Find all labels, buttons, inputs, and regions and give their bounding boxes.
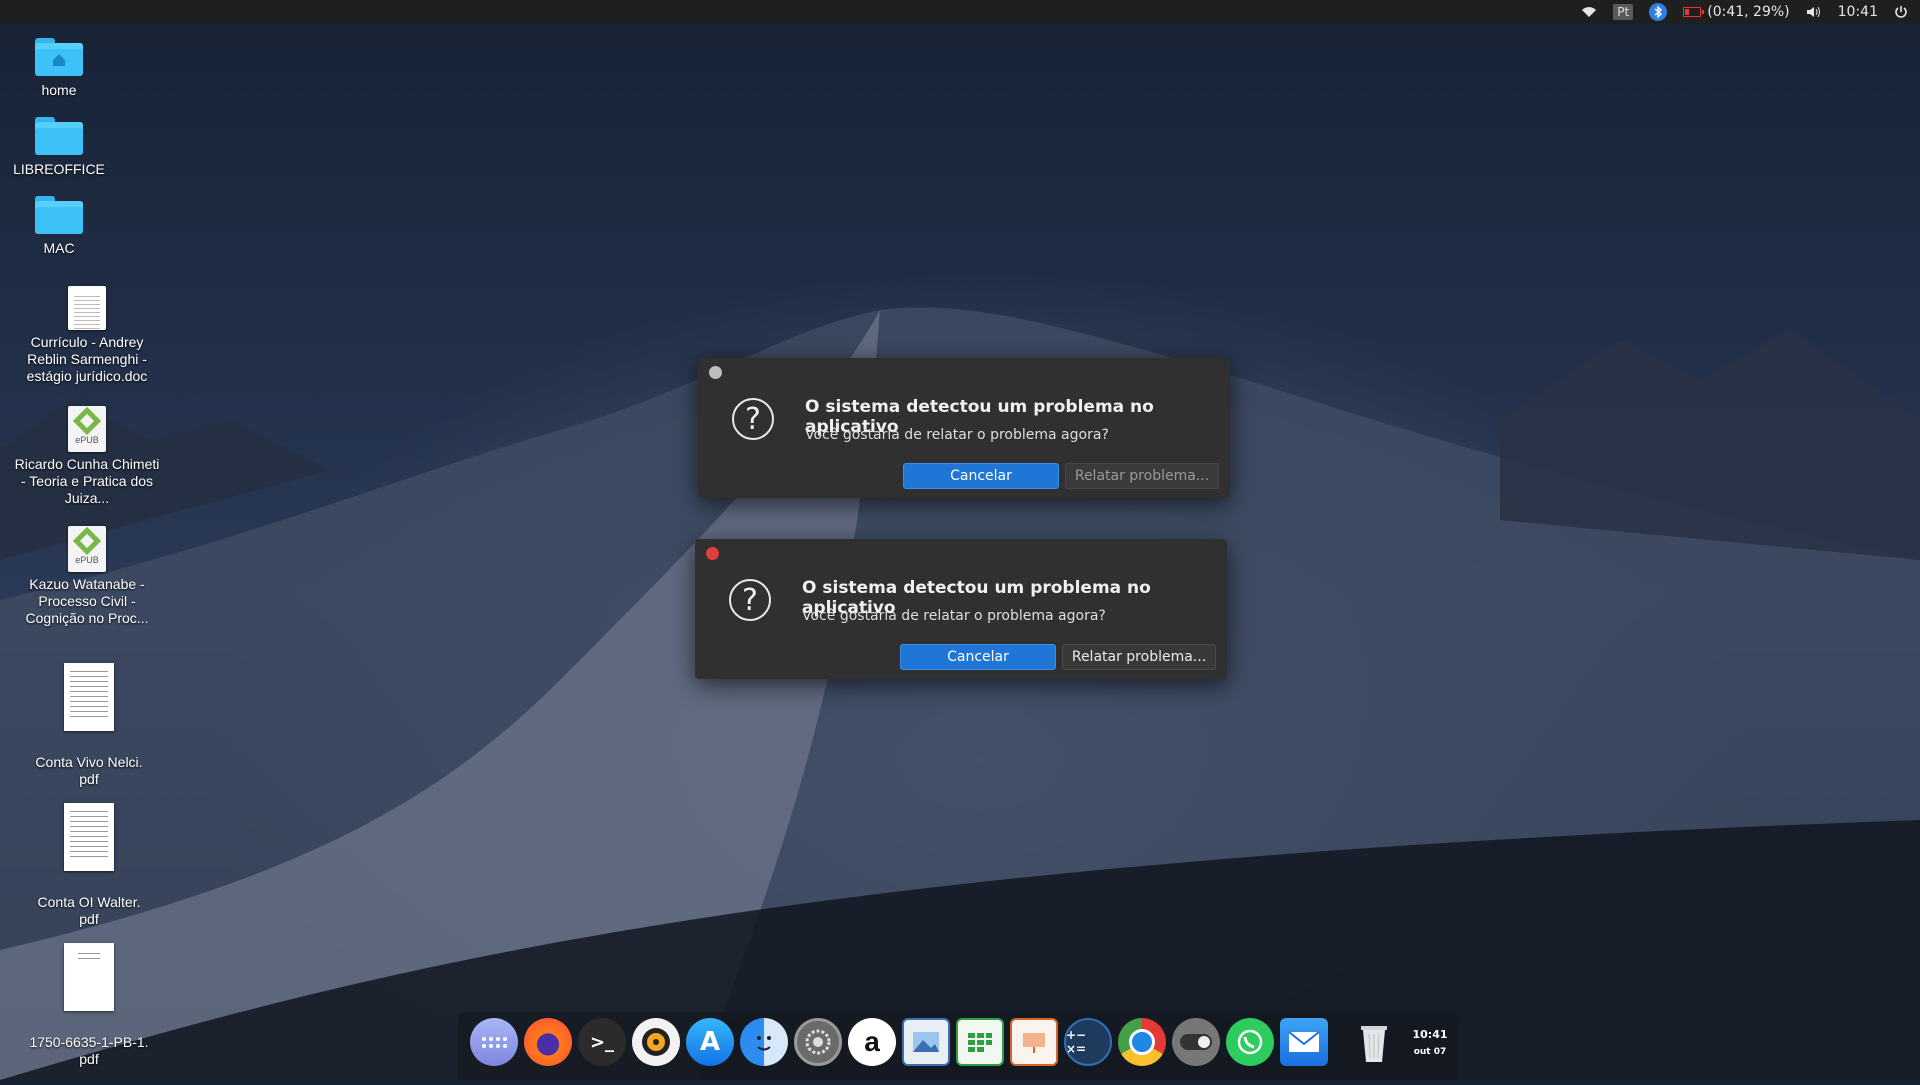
dock-clock: 10:41 out 07 bbox=[1410, 1028, 1450, 1057]
pdf-icon bbox=[64, 663, 114, 731]
calculator-icon[interactable]: +− ×= bbox=[1064, 1018, 1112, 1066]
chrome-icon[interactable] bbox=[1118, 1018, 1166, 1066]
error-dialog-1[interactable]: ? O sistema detectou um problema no apli… bbox=[698, 358, 1230, 498]
desktop-icon-label: Currículo - Andrey Reblin Sarmenghi - es… bbox=[26, 334, 148, 384]
battery-indicator[interactable]: (0:41, 29%) bbox=[1683, 0, 1790, 24]
folder-icon bbox=[35, 196, 83, 234]
desktop-icon-home[interactable]: home bbox=[0, 38, 134, 99]
folder-icon bbox=[35, 117, 83, 155]
epub-icon: ePUB bbox=[68, 526, 106, 572]
system-settings-icon[interactable] bbox=[794, 1018, 842, 1066]
pdf-icon bbox=[64, 803, 114, 871]
report-problem-button[interactable]: Relatar problema... bbox=[1065, 463, 1219, 489]
desktop-icon-label: home bbox=[41, 82, 77, 98]
report-problem-button[interactable]: Relatar problema... bbox=[1062, 644, 1216, 670]
desktop-icon-label: Kazuo Watanabe - Processo Civil - Cogniç… bbox=[25, 576, 149, 626]
presentation-icon[interactable] bbox=[1010, 1018, 1058, 1066]
dialog-message: Você gostaria de relatar o problema agor… bbox=[805, 427, 1109, 443]
desktop-icon-ricardo-epub[interactable]: ePUB Ricardo Cunha Chimeti - Teoria e Pr… bbox=[12, 406, 162, 507]
desktop-icon-1750-pdf[interactable]: 1750-6635-1-PB-1. pdf bbox=[14, 926, 164, 1085]
keyboard-layout-indicator[interactable]: Pt bbox=[1613, 0, 1634, 24]
cancel-button[interactable]: Cancelar bbox=[900, 644, 1056, 670]
desktop-icon-label: MAC bbox=[43, 240, 75, 256]
home-folder-icon bbox=[35, 38, 83, 76]
amazon-icon[interactable]: a bbox=[848, 1018, 896, 1066]
desktop-icon-label: LIBREOFFICE bbox=[13, 161, 105, 177]
question-icon: ? bbox=[732, 398, 774, 440]
trash-icon[interactable] bbox=[1350, 1018, 1398, 1066]
volume-icon[interactable] bbox=[1806, 0, 1822, 24]
finder-icon[interactable] bbox=[740, 1018, 788, 1066]
whatsapp-icon[interactable] bbox=[1226, 1018, 1274, 1066]
keyboard-layout-label: Pt bbox=[1613, 4, 1634, 20]
dock-clock-date: out 07 bbox=[1413, 1047, 1447, 1057]
cancel-button[interactable]: Cancelar bbox=[903, 463, 1059, 489]
desktop-icon-conta-vivo[interactable]: Conta Vivo Nelci. pdf bbox=[14, 646, 164, 805]
desktop-icon-curriculo[interactable]: Currículo - Andrey Reblin Sarmenghi - es… bbox=[12, 286, 162, 385]
dock-clock-time: 10:41 bbox=[1412, 1028, 1448, 1041]
question-icon: ? bbox=[729, 579, 771, 621]
window-close-dot[interactable] bbox=[706, 547, 719, 560]
firefox-icon[interactable] bbox=[524, 1018, 572, 1066]
spreadsheet-icon[interactable] bbox=[956, 1018, 1004, 1066]
mail-icon[interactable] bbox=[1280, 1018, 1328, 1066]
desktop-icon-libreoffice[interactable]: LIBREOFFICE bbox=[0, 117, 134, 178]
app-store-icon[interactable]: A bbox=[686, 1018, 734, 1066]
error-dialog-2[interactable]: ? O sistema detectou um problema no apli… bbox=[695, 539, 1227, 679]
window-close-dot[interactable] bbox=[709, 366, 722, 379]
image-viewer-icon[interactable] bbox=[902, 1018, 950, 1066]
power-icon[interactable] bbox=[1894, 0, 1908, 24]
desktop-icon-kazuo-epub[interactable]: ePUB Kazuo Watanabe - Processo Civil - C… bbox=[12, 526, 162, 627]
desktop-icon-label: Ricardo Cunha Chimeti - Teoria e Pratica… bbox=[14, 456, 160, 506]
bluetooth-icon[interactable] bbox=[1649, 0, 1668, 24]
desktop-icon-mac[interactable]: MAC bbox=[0, 196, 134, 257]
rhythmbox-icon[interactable] bbox=[632, 1018, 680, 1066]
toggle-settings-icon[interactable] bbox=[1172, 1018, 1220, 1066]
desktop-icon-label: Conta Vivo Nelci. pdf bbox=[35, 754, 143, 787]
top-panel: Pt (0:41, 29%) 10:41 bbox=[0, 0, 1920, 24]
pdf-icon bbox=[64, 943, 114, 1011]
wifi-icon[interactable] bbox=[1581, 0, 1597, 24]
terminal-icon[interactable]: >_ bbox=[578, 1018, 626, 1066]
battery-icon bbox=[1683, 7, 1705, 17]
desktop-icon-label: Conta OI Walter. pdf bbox=[37, 894, 141, 927]
document-icon bbox=[68, 286, 106, 332]
desktop-icon-label: 1750-6635-1-PB-1. pdf bbox=[29, 1034, 149, 1067]
dialog-message: Você gostaria de relatar o problema agor… bbox=[802, 608, 1106, 624]
clock[interactable]: 10:41 bbox=[1838, 0, 1878, 24]
battery-text: (0:41, 29%) bbox=[1707, 4, 1790, 20]
launchpad-icon[interactable] bbox=[470, 1018, 518, 1066]
desktop-icon-conta-oi[interactable]: Conta OI Walter. pdf bbox=[14, 786, 164, 945]
epub-icon: ePUB bbox=[68, 406, 106, 452]
